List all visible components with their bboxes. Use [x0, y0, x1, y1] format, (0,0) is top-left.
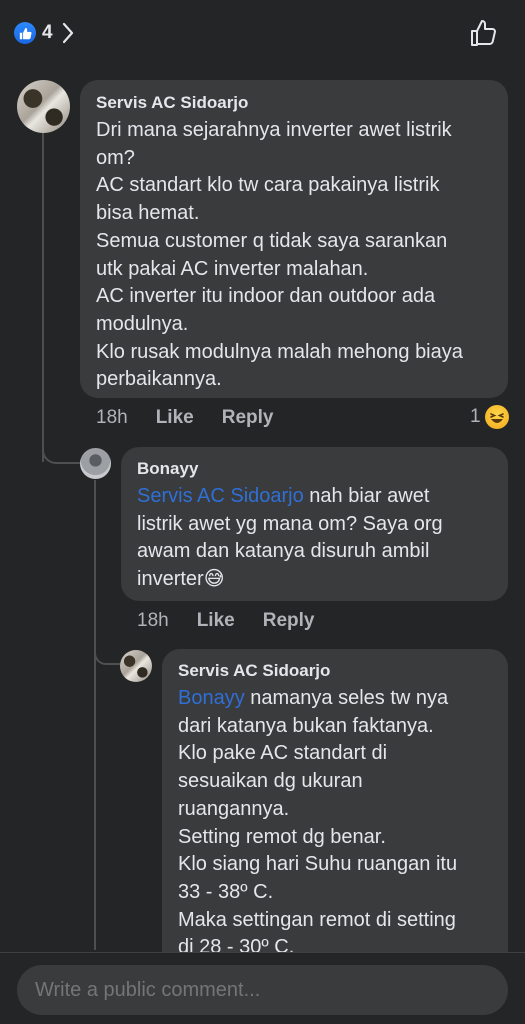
comment-bubble: Servis AC Sidoarjo Bonayy namanya seles … — [162, 649, 508, 979]
chevron-right-icon — [62, 22, 73, 44]
comment-line: Setting remot dg benar. — [178, 825, 386, 848]
like-count: 4 — [42, 22, 53, 43]
avatar[interactable] — [17, 80, 70, 133]
comment-reactions[interactable]: 1 — [470, 405, 509, 429]
comment-line: perbaikannya. — [96, 368, 222, 391]
avatar[interactable] — [120, 650, 152, 682]
comment-timestamp: 18h — [96, 407, 128, 428]
reactions-header: 4 — [0, 0, 525, 64]
comment-author[interactable]: Servis AC Sidoarjo — [178, 660, 492, 682]
comment-composer — [0, 952, 525, 1024]
reply-button[interactable]: Reply — [222, 407, 274, 429]
avatar[interactable] — [80, 448, 111, 479]
comment-line: om? — [96, 146, 135, 169]
mention-link[interactable]: Servis AC Sidoarjo — [137, 485, 304, 507]
comment-author[interactable]: Bonayy — [137, 458, 492, 480]
comment-line: dari katanya bukan faktanya. — [178, 714, 434, 737]
comment-text: Servis AC Sidoarjo nah biar awet listrik… — [137, 483, 492, 594]
comment-text-fragment: nah biar awet — [303, 485, 430, 507]
comment-line: awam dan katanya disuruh ambil — [137, 540, 430, 563]
thread-line — [94, 480, 96, 950]
like-thumb-icon[interactable] — [469, 18, 499, 48]
thread-line-curve — [94, 645, 120, 665]
comment-input[interactable] — [17, 965, 508, 1015]
comment-line: Klo rusak modulnya malah mehong biaya — [96, 340, 463, 363]
comment-line: inverter😅 — [137, 566, 492, 594]
comment-actions: 18h Like Reply — [137, 610, 314, 632]
comment-line: sesuaikan dg ukuran — [178, 770, 363, 793]
comment-line: utk pakai AC inverter malahan. — [96, 257, 369, 280]
comment-line: Maka settingan remot di setting — [178, 908, 456, 931]
comment-text: Dri mana sejarahnya inverter awet listri… — [96, 117, 492, 394]
comment-line: Klo pake AC standart di — [178, 742, 388, 765]
comment-text: Bonayy namanya seles tw nya dari katanya… — [178, 685, 492, 962]
comment-author[interactable]: Servis AC Sidoarjo — [96, 92, 492, 114]
mention-link[interactable]: Bonayy — [178, 687, 245, 709]
laugh-reaction-icon — [484, 405, 509, 429]
comment-line: 33 - 38º C. — [178, 880, 274, 903]
reply-button[interactable]: Reply — [263, 610, 315, 632]
comment-line: Servis AC Sidoarjo nah biar awet — [137, 483, 492, 511]
reaction-summary[interactable]: 4 — [14, 20, 75, 46]
comment-text-fragment: inverter — [137, 568, 204, 591]
comment-bubble: Bonayy Servis AC Sidoarjo nah biar awet … — [121, 447, 508, 601]
comment-line: listrik awet yg mana om? Saya org — [137, 512, 443, 535]
comment-timestamp: 18h — [137, 610, 169, 631]
comment-line: AC inverter itu indoor dan outdoor ada — [96, 285, 436, 308]
comment-actions: 18h Like Reply — [96, 407, 273, 429]
like-button[interactable]: Like — [156, 407, 194, 429]
comment-line: ruangannya. — [178, 797, 290, 820]
thread-line-curve — [42, 440, 80, 464]
comment-line: Bonayy namanya seles tw nya — [178, 685, 492, 713]
comment-bubble: Servis AC Sidoarjo Dri mana sejarahnya i… — [80, 80, 508, 398]
sweat-smile-emoji: 😅 — [203, 568, 225, 591]
thread-line — [42, 132, 44, 462]
comment-text-fragment: namanya seles tw nya — [244, 687, 449, 709]
like-reaction-icon — [14, 22, 36, 44]
reaction-count: 1 — [470, 406, 481, 427]
comment-line: AC standart klo tw cara pakainya listrik — [96, 174, 440, 197]
like-button[interactable]: Like — [197, 610, 235, 632]
comment-line: Klo siang hari Suhu ruangan itu — [178, 853, 458, 876]
comment-line: bisa hemat. — [96, 202, 200, 225]
comment-line: Dri mana sejarahnya inverter awet listri… — [96, 119, 452, 141]
comment-line: modulnya. — [96, 312, 189, 335]
comment-line: Semua customer q tidak saya sarankan — [96, 229, 448, 252]
